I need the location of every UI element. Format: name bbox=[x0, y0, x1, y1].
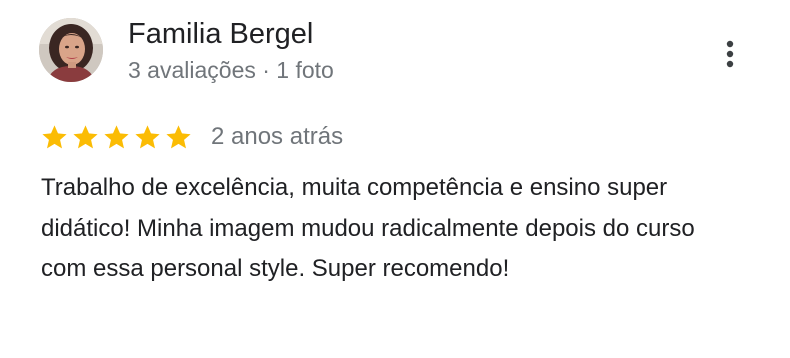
more-options-button[interactable] bbox=[712, 36, 748, 72]
star-icon bbox=[104, 124, 129, 148]
rating-row: 2 anos atrás bbox=[40, 121, 343, 153]
star-icon bbox=[42, 124, 67, 148]
star-icon bbox=[73, 124, 98, 148]
avatar[interactable] bbox=[39, 18, 103, 82]
star-icon bbox=[166, 124, 191, 148]
star-icon bbox=[135, 124, 160, 148]
review-date: 2 anos atrás bbox=[211, 123, 344, 150]
star-rating bbox=[40, 123, 195, 152]
review-text: Trabalho de excelência, muita competênci… bbox=[41, 174, 695, 282]
reviewer-name[interactable]: Familia Bergel bbox=[128, 14, 313, 54]
avatar-photo bbox=[39, 18, 103, 82]
reviewer-meta: 3 avaliações · 1 foto bbox=[128, 57, 334, 83]
review-card: Familia Bergel 3 avaliações · 1 foto 2 a… bbox=[0, 0, 790, 358]
more-vert-icon bbox=[726, 40, 734, 68]
